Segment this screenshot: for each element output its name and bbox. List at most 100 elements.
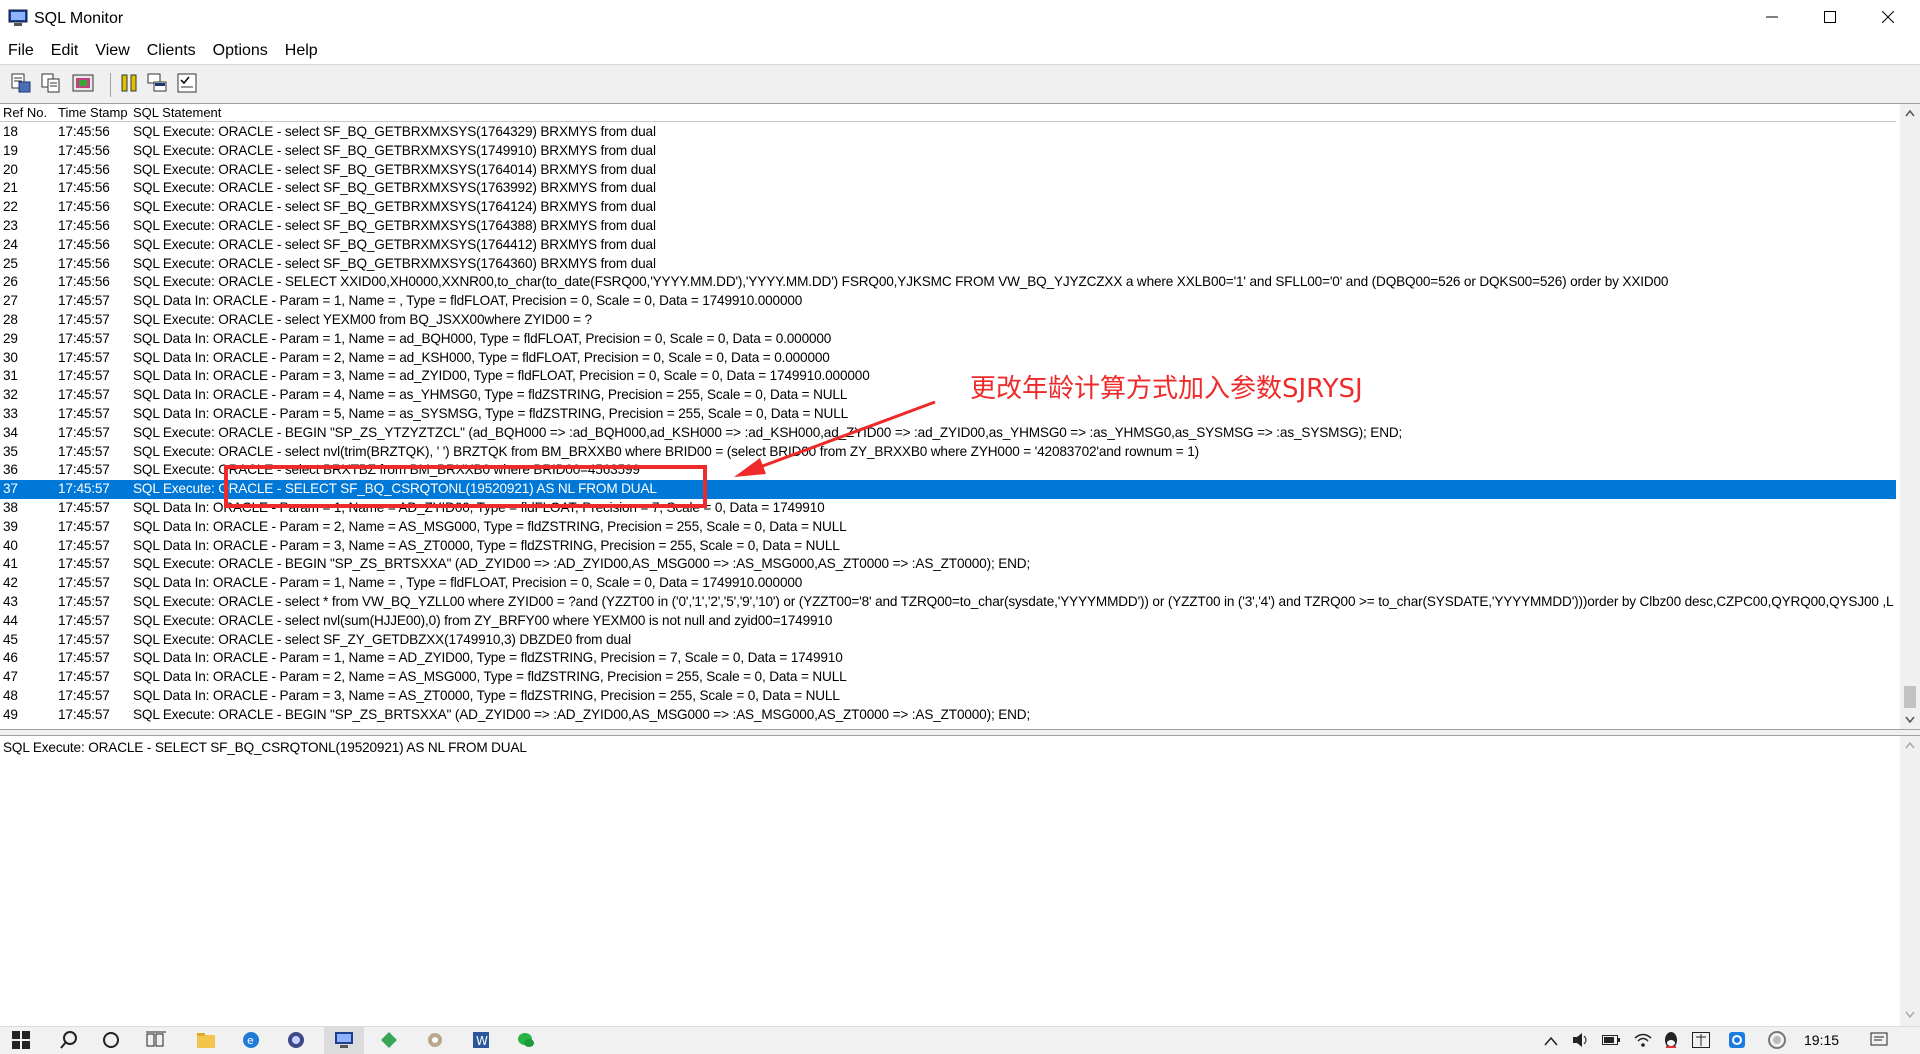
menu-options[interactable]: Options <box>213 42 268 60</box>
table-row[interactable]: 20 17:45:56 SQL Execute: ORACLE - select S… <box>0 161 1896 180</box>
table-row[interactable]: 19 17:45:56 SQL Execute: ORACLE - select S… <box>0 142 1896 161</box>
scroll-thumb[interactable] <box>1904 686 1916 708</box>
table-row[interactable]: 22 17:45:56 SQL Execute: ORACLE - select S… <box>0 198 1896 217</box>
table-row[interactable]: 40 17:45:57 SQL Data In: ORACLE - Param = … <box>0 537 1896 556</box>
sql-monitor-taskbar-button[interactable] <box>333 1031 355 1053</box>
cell-sql: SQL Data In: ORACLE - Param = 1, Name = … <box>133 293 803 309</box>
table-row[interactable]: 43 17:45:57 SQL Execute: ORACLE - select *… <box>0 593 1896 612</box>
menu-clients[interactable]: Clients <box>147 42 196 60</box>
column-header-sql[interactable]: SQL Statement <box>133 104 221 122</box>
cell-ref: 25 <box>3 255 18 271</box>
cell-sql: SQL Data In: ORACLE - Param = 3, Name = … <box>133 537 840 553</box>
table-row[interactable]: 27 17:45:57 SQL Data In: ORACLE - Param = … <box>0 292 1896 311</box>
save-log-button[interactable] <box>8 72 34 98</box>
pause-button[interactable] <box>116 72 142 98</box>
app-tray-button[interactable] <box>1728 1031 1746 1051</box>
wechat-button[interactable] <box>515 1031 537 1053</box>
cell-time: 17:45:57 <box>58 462 110 478</box>
clients-button[interactable] <box>144 72 170 98</box>
maximize-button[interactable] <box>1802 0 1858 38</box>
detail-scroll-down-arrow[interactable] <box>1900 1006 1920 1024</box>
ime-button[interactable] <box>1692 1031 1710 1051</box>
detail-vertical-scrollbar[interactable] <box>1900 736 1920 1026</box>
assistant-button[interactable] <box>1768 1030 1786 1051</box>
cell-ref: 35 <box>3 443 18 459</box>
notifications-button[interactable] <box>1870 1032 1888 1051</box>
app-gear-button[interactable] <box>424 1031 446 1053</box>
svg-text:W: W <box>476 1034 488 1048</box>
options-button[interactable] <box>174 72 200 98</box>
app-gear-icon <box>426 1031 444 1054</box>
window-title: SQL Monitor <box>34 10 124 27</box>
table-row[interactable]: 30 17:45:57 SQL Data In: ORACLE - Param = … <box>0 349 1896 368</box>
volume-button[interactable] <box>1572 1032 1590 1053</box>
app-green-button[interactable] <box>378 1031 400 1053</box>
menu-file[interactable]: File <box>8 42 34 60</box>
cell-sql: SQL Data In: ORACLE - Param = 4, Name = … <box>133 387 848 403</box>
menu-view[interactable]: View <box>95 42 129 60</box>
menu-bar: File Edit View Clients Options Help <box>0 38 1920 64</box>
table-row[interactable]: 42 17:45:57 SQL Data In: ORACLE - Param = … <box>0 574 1896 593</box>
menu-edit[interactable]: Edit <box>51 42 79 60</box>
table-row[interactable]: 32 17:45:57 SQL Data In: ORACLE - Param = … <box>0 386 1896 405</box>
table-row[interactable]: 33 17:45:57 SQL Data In: ORACLE - Param = … <box>0 405 1896 424</box>
table-row[interactable]: 48 17:45:57 SQL Data In: ORACLE - Param = … <box>0 687 1896 706</box>
start-button[interactable] <box>10 1030 32 1053</box>
cell-sql: SQL Execute: ORACLE - select nvl(sum(HJJ… <box>133 612 833 628</box>
table-row[interactable]: 23 17:45:56 SQL Execute: ORACLE - select S… <box>0 217 1896 236</box>
table-row[interactable]: 31 17:45:57 SQL Data In: ORACLE - Param = … <box>0 367 1896 386</box>
taskbar-clock[interactable]: 19:15 <box>1804 1032 1839 1048</box>
table-row[interactable]: 28 17:45:57 SQL Execute: ORACLE - select Y… <box>0 311 1896 330</box>
cell-sql: SQL Execute: ORACLE - select SF_BQ_GETBR… <box>133 180 656 196</box>
chevron-down-icon <box>1905 711 1915 729</box>
qq-icon <box>1663 1031 1679 1054</box>
copy-button[interactable] <box>38 72 64 98</box>
word-button[interactable]: W <box>470 1031 492 1053</box>
qq-button[interactable] <box>1662 1031 1680 1054</box>
table-row[interactable]: 18 17:45:56 SQL Execute: ORACLE - select S… <box>0 123 1896 142</box>
table-row[interactable]: 47 17:45:57 SQL Data In: ORACLE - Param = … <box>0 668 1896 687</box>
table-row[interactable]: 21 17:45:56 SQL Execute: ORACLE - select S… <box>0 179 1896 198</box>
scroll-down-arrow[interactable] <box>1900 711 1920 729</box>
table-row[interactable]: 46 17:45:57 SQL Data In: ORACLE - Param = … <box>0 649 1896 668</box>
table-row[interactable]: 24 17:45:56 SQL Execute: ORACLE - select S… <box>0 236 1896 255</box>
detail-scroll-up-arrow[interactable] <box>1900 736 1920 754</box>
column-header-ref[interactable]: Ref No. <box>3 104 47 122</box>
volume-icon <box>1572 1032 1590 1053</box>
menu-help[interactable]: Help <box>285 42 318 60</box>
table-row[interactable]: 26 17:45:56 SQL Execute: ORACLE - SELECT X… <box>0 273 1896 292</box>
column-header-time[interactable]: Time Stamp <box>58 104 128 122</box>
task-view-button[interactable] <box>145 1031 167 1053</box>
taskbar-search-button[interactable] <box>58 1030 80 1053</box>
annotation-highlight-box <box>224 465 707 508</box>
app-globe-button[interactable] <box>285 1031 307 1053</box>
cell-time: 17:45:57 <box>58 518 110 534</box>
list-vertical-scrollbar[interactable] <box>1900 104 1920 729</box>
table-row[interactable]: 44 17:45:57 SQL Execute: ORACLE - select n… <box>0 612 1896 631</box>
table-row[interactable]: 39 17:45:57 SQL Data In: ORACLE - Param = … <box>0 518 1896 537</box>
edge-button[interactable]: e <box>240 1031 262 1053</box>
sql-log-list[interactable]: Ref No. Time Stamp SQL Statement 18 17:45… <box>0 104 1920 730</box>
table-row[interactable]: 29 17:45:57 SQL Data In: ORACLE - Param = … <box>0 330 1896 349</box>
table-row[interactable]: 41 17:45:57 SQL Execute: ORACLE - BEGIN "S… <box>0 555 1896 574</box>
print-icon <box>72 72 94 99</box>
cell-time: 17:45:57 <box>58 499 110 515</box>
print-button[interactable] <box>70 72 96 98</box>
scroll-up-arrow[interactable] <box>1900 104 1920 122</box>
table-row[interactable]: 45 17:45:57 SQL Execute: ORACLE - select S… <box>0 631 1896 650</box>
table-row[interactable]: 35 17:45:57 SQL Execute: ORACLE - select n… <box>0 443 1896 462</box>
cell-ref: 26 <box>3 274 18 290</box>
file-explorer-button[interactable] <box>195 1031 217 1053</box>
statement-detail-pane[interactable]: SQL Execute: ORACLE - SELECT SF_BQ_CSRQT… <box>0 736 1920 1026</box>
close-button[interactable] <box>1860 0 1916 38</box>
network-button[interactable] <box>1634 1033 1652 1051</box>
cell-ref: 38 <box>3 499 18 515</box>
cortana-button[interactable] <box>100 1031 122 1053</box>
battery-button[interactable] <box>1602 1033 1620 1051</box>
table-row[interactable]: 34 17:45:57 SQL Execute: ORACLE - BEGIN "S… <box>0 424 1896 443</box>
tray-overflow-button[interactable] <box>1542 1033 1560 1051</box>
minimize-button[interactable] <box>1744 0 1800 38</box>
table-row[interactable]: 49 17:45:57 SQL Execute: ORACLE - BEGIN "S… <box>0 706 1896 725</box>
table-row[interactable]: 25 17:45:56 SQL Execute: ORACLE - select S… <box>0 255 1896 274</box>
cell-ref: 20 <box>3 161 18 177</box>
